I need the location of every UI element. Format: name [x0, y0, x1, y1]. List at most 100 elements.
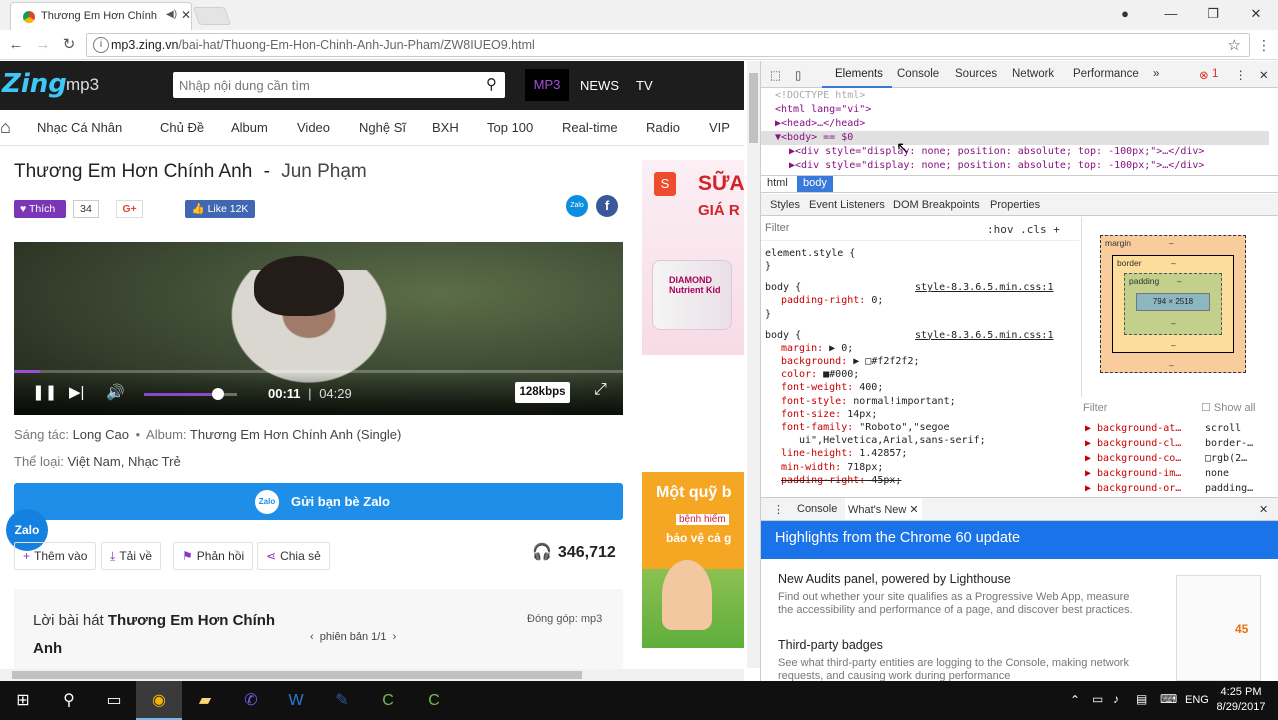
crumb-html[interactable]: html	[767, 177, 788, 189]
hov-cls-controls[interactable]: :hov .cls +	[987, 223, 1060, 236]
dom-line-div-2[interactable]: ▶<div style="display: none; position: ab…	[789, 159, 1204, 173]
fullscreen-icon[interactable]: ⤢	[594, 381, 607, 399]
camtasia-icon[interactable]: C	[365, 681, 411, 720]
nav-item-top100[interactable]: Top 100	[487, 120, 533, 135]
dom-line-doctype[interactable]: <!DOCTYPE html>	[775, 89, 865, 103]
battery-icon[interactable]: ▭	[1092, 692, 1103, 706]
home-icon[interactable]: ⌂	[0, 117, 11, 138]
profile-icon[interactable]: ●	[1111, 3, 1139, 25]
top-link-mp3[interactable]: MP3	[525, 69, 569, 101]
address-bar[interactable]: i mp3.zing.vn/bai-hat/Thuong-Em-Hon-Chin…	[86, 33, 1250, 57]
css-rule-line[interactable]: padding-right: 45px;	[781, 474, 901, 487]
subtab-event-listeners[interactable]: Event Listeners	[809, 199, 885, 211]
computed-row[interactable]: ▶ background-im… none	[1085, 466, 1229, 481]
item-title[interactable]: Third-party badges	[778, 638, 883, 652]
zing-logo-mp3[interactable]: mp3	[66, 75, 99, 95]
css-rule-line[interactable]: body {	[765, 329, 801, 342]
top-link-news[interactable]: NEWS	[580, 78, 619, 93]
minimize-button[interactable]: —	[1157, 3, 1185, 25]
nav-item-personal[interactable]: Nhạc Cá Nhân	[37, 120, 122, 135]
dom-line-html[interactable]: <html lang="vi">	[775, 103, 871, 117]
more-tabs-icon[interactable]: »	[1153, 68, 1159, 80]
album-link[interactable]: Thương Em Hơn Chính Anh (Single)	[190, 427, 401, 442]
nav-item-album[interactable]: Album	[231, 120, 268, 135]
network-icon[interactable]: ▤	[1136, 692, 1147, 706]
add-to-button[interactable]: + Thêm vào	[14, 542, 97, 570]
computed-row[interactable]: ▶ background-cl… border-…	[1085, 436, 1253, 451]
styles-filter-input[interactable]	[765, 222, 965, 234]
nav-item-vip[interactable]: VIP	[709, 120, 730, 135]
zalo-share-icon[interactable]: Zalo	[566, 195, 588, 217]
item-title[interactable]: New Audits panel, powered by Lighthouse	[778, 572, 1011, 586]
facebook-share-icon[interactable]: f	[596, 195, 618, 217]
facebook-like-button[interactable]: 👍 Like 12K	[185, 200, 255, 218]
subtab-properties[interactable]: Properties	[990, 199, 1040, 211]
genre-links[interactable]: Việt Nam, Nhạc Trẻ	[68, 454, 181, 469]
css-rule-line[interactable]: font-family: "Roboto","segoe	[781, 421, 950, 434]
search-icon[interactable]: ⚲	[486, 75, 497, 93]
show-all-checkbox[interactable]: ☐ Show all	[1201, 401, 1256, 416]
nav-item-topics[interactable]: Chủ Đề	[160, 120, 204, 135]
info-icon[interactable]: i	[93, 37, 109, 53]
forward-arrow-icon[interactable]: →	[33, 35, 53, 55]
reload-icon[interactable]: ↻	[59, 35, 79, 55]
dom-line-div-1[interactable]: ▶<div style="display: none; position: ab…	[789, 145, 1204, 159]
nav-item-video[interactable]: Video	[297, 120, 330, 135]
audio-playing-icon[interactable]: ◀)	[166, 9, 177, 20]
feature-screenshot-thumbnail[interactable]: 45	[1176, 575, 1261, 681]
viber-icon[interactable]: ✆	[228, 681, 274, 720]
css-rule-line[interactable]: min-width: 718px;	[781, 461, 883, 474]
version-pager[interactable]: ‹ phiên bản 1/1 ›	[310, 631, 396, 643]
drawer-tab-whats-new[interactable]: What's New ✕	[845, 498, 922, 520]
search-icon[interactable]: ⚲	[46, 681, 92, 720]
gplus-button[interactable]: G+	[116, 200, 143, 218]
zing-logo[interactable]: Zing	[2, 69, 67, 99]
drawer-tab-console[interactable]: Console	[797, 503, 837, 515]
top-link-tv[interactable]: TV	[636, 78, 653, 93]
download-button[interactable]: ⤓ Tải về	[101, 542, 161, 570]
crumb-body[interactable]: body	[797, 176, 833, 192]
close-window-button[interactable]: ✕	[1242, 3, 1270, 25]
css-rule-line[interactable]: margin: ▶ 0;	[781, 342, 853, 355]
language-indicator[interactable]: ENG	[1185, 694, 1209, 706]
tray-expand-icon[interactable]: ⌃	[1070, 693, 1080, 707]
zalo-share-bar[interactable]: Zalo Gửi bạn bè Zalo	[14, 483, 623, 520]
css-rule-line[interactable]: line-height: 1.42857;	[781, 447, 907, 460]
bitrate-button[interactable]: 128kbps	[515, 382, 570, 403]
share-button[interactable]: ⋖ Chia sẻ	[257, 542, 330, 570]
next-icon[interactable]: ▶|	[69, 383, 84, 401]
dom-line-body[interactable]: ▼<body> == $0	[761, 131, 1269, 145]
ad-banner-milk[interactable]: S SỮA GIÁ R DIAMOND Nutrient Kid	[642, 160, 744, 355]
video-player[interactable]: ❚❚ ▶| 🔊 00:11 | 04:29 128kbps ⤢	[14, 242, 623, 415]
devtools-close-icon[interactable]: ✕	[1259, 68, 1269, 82]
subtab-styles[interactable]: Styles	[770, 199, 800, 211]
search-input[interactable]	[179, 76, 469, 94]
css-rule-line[interactable]: ui",Helvetica,Arial,sans-serif;	[799, 434, 986, 447]
css-source-link[interactable]: style-8.3.6.5.min.css:1	[915, 329, 1053, 342]
tab-sources[interactable]: Sources	[955, 68, 997, 80]
css-rule-line[interactable]: element.style {	[765, 247, 855, 260]
page-vertical-scrollbar[interactable]	[747, 61, 760, 668]
tab-elements[interactable]: Elements	[835, 68, 883, 80]
pause-icon[interactable]: ❚❚	[32, 383, 57, 401]
new-tab-button[interactable]	[192, 7, 232, 25]
tab-console[interactable]: Console	[897, 68, 939, 80]
task-view-icon[interactable]: ▭	[91, 681, 137, 720]
computed-row[interactable]: ▶ background-at… scroll	[1085, 421, 1241, 436]
feedback-button[interactable]: ⚑ Phản hồi	[173, 542, 254, 570]
css-rule-line[interactable]: color: ■#000;	[781, 368, 859, 381]
dom-line-head[interactable]: ▶<head>…</head>	[775, 117, 865, 131]
browser-tab[interactable]: Thương Em Hơn Chính ◀) ✕	[10, 2, 192, 30]
keyboard-icon[interactable]: ⌨	[1160, 692, 1177, 706]
file-explorer-icon[interactable]: ▰	[182, 681, 228, 720]
visio-icon[interactable]: ✎	[319, 681, 365, 720]
css-rule-line[interactable]: font-weight: 400;	[781, 381, 883, 394]
css-rule-line[interactable]: font-style: normal!important;	[781, 395, 956, 408]
drawer-close-icon[interactable]: ✕	[1259, 503, 1268, 516]
composer-link[interactable]: Long Cao	[73, 427, 129, 442]
css-rule-line[interactable]: }	[765, 260, 771, 273]
devtools-menu-icon[interactable]: ⋮	[1235, 68, 1247, 82]
nav-item-charts[interactable]: BXH	[432, 120, 459, 135]
nav-item-artists[interactable]: Nghệ Sĩ	[359, 120, 406, 135]
tab-close-icon[interactable]: ✕	[181, 8, 191, 22]
